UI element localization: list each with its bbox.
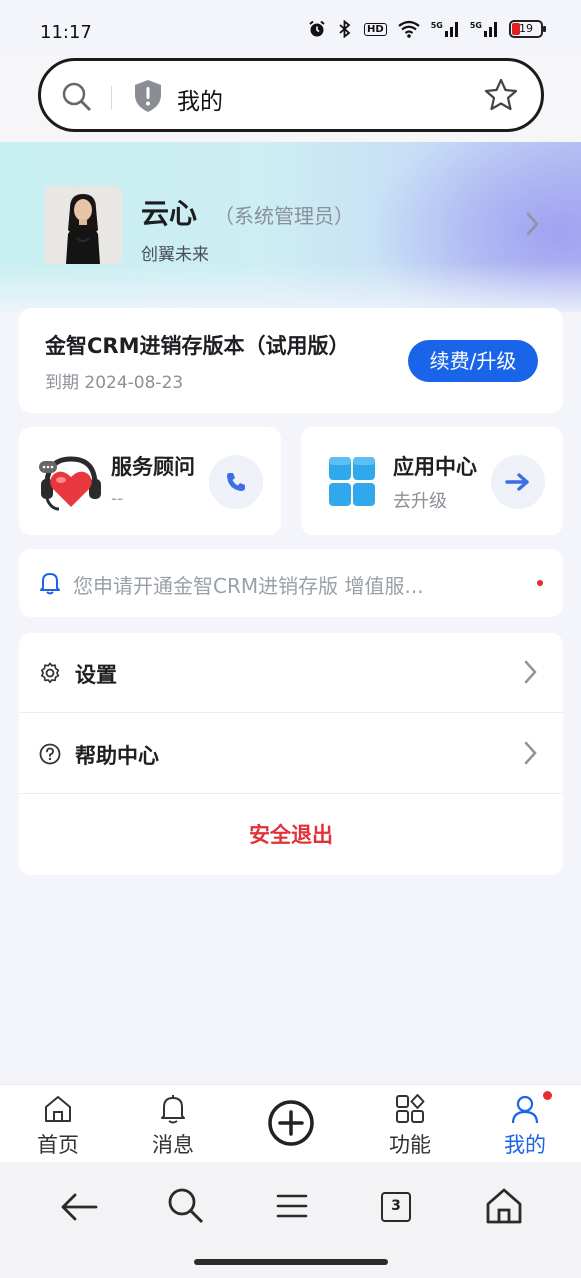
- service-advisor-card[interactable]: 服务顾问 --: [19, 427, 281, 535]
- user-icon: [511, 1095, 539, 1124]
- hd-badge: HD: [364, 22, 387, 36]
- star-icon[interactable]: [483, 77, 519, 113]
- call-button[interactable]: [209, 455, 263, 509]
- signal-icon: [444, 22, 458, 37]
- back-arrow-icon[interactable]: [58, 1186, 100, 1228]
- tab-mine-label: 我的: [504, 1133, 546, 1157]
- headset-heart-icon: [39, 456, 101, 511]
- bluetooth-icon: [339, 20, 351, 38]
- bell-icon: [40, 573, 60, 595]
- menu-card: 设置 帮助中心 安全退出: [19, 633, 563, 875]
- avatar[interactable]: [44, 186, 122, 264]
- settings-label: 设置: [75, 663, 117, 687]
- search-icon[interactable]: [61, 81, 93, 113]
- help-circle-icon: [39, 743, 61, 765]
- renew-upgrade-button[interactable]: 续费/升级: [408, 340, 538, 382]
- search-icon[interactable]: [166, 1186, 206, 1226]
- service-subtitle: --: [111, 489, 124, 509]
- status-time: 11:17: [40, 22, 92, 43]
- menu-icon[interactable]: [272, 1186, 312, 1226]
- arrow-right-icon: [505, 473, 529, 491]
- chevron-right-icon: [524, 660, 537, 684]
- notification-dot: [543, 1091, 552, 1100]
- divider: [111, 86, 112, 110]
- user-role: （系统管理员）: [214, 204, 354, 228]
- address-bar[interactable]: 我的: [38, 58, 544, 132]
- service-title: 服务顾问: [111, 455, 195, 479]
- app-grid-icon: [329, 457, 375, 506]
- person-photo: [44, 186, 122, 264]
- tab-home[interactable]: 首页: [3, 1085, 113, 1163]
- chevron-right-icon[interactable]: [522, 210, 542, 238]
- menu-item-help-center[interactable]: 帮助中心: [19, 714, 563, 794]
- battery-icon: 19: [509, 20, 546, 38]
- go-upgrade-button[interactable]: [491, 455, 545, 509]
- license-title: 金智CRM进销存版本（试用版）: [45, 334, 350, 358]
- app-center-title: 应用中心: [393, 455, 477, 479]
- signal-icon: [484, 22, 497, 37]
- tab-home-label: 首页: [37, 1133, 79, 1157]
- apps-icon: [396, 1094, 425, 1123]
- gear-icon: [40, 662, 60, 684]
- user-company: 创翼未来: [141, 245, 209, 265]
- notice-text[interactable]: 您申请开通金智CRM进销存版 增值服...: [73, 570, 424, 599]
- menu-item-settings[interactable]: 设置: [19, 633, 563, 713]
- phone-icon: [227, 473, 245, 491]
- app-center-subtitle: 去升级: [393, 491, 447, 512]
- address-text[interactable]: 我的: [177, 82, 223, 116]
- alarm-icon: [309, 20, 325, 37]
- home-icon[interactable]: [484, 1186, 524, 1226]
- shield-icon[interactable]: [133, 79, 163, 113]
- home-icon: [45, 1096, 71, 1122]
- signal-1: 5G: [431, 21, 460, 37]
- signal-2: 5G: [470, 21, 499, 37]
- tab-mine[interactable]: 我的: [470, 1085, 580, 1163]
- chevron-right-icon: [524, 741, 537, 765]
- wifi-icon: [398, 20, 420, 38]
- notice-banner[interactable]: 您申请开通金智CRM进销存版 增值服...: [19, 549, 563, 617]
- tab-messages[interactable]: 消息: [118, 1085, 228, 1163]
- status-icons: HD 5G 5G 19: [308, 20, 546, 38]
- help-center-label: 帮助中心: [75, 744, 159, 768]
- tab-functions[interactable]: 功能: [355, 1085, 465, 1163]
- logout-button[interactable]: 安全退出: [19, 795, 563, 875]
- user-name: 云心: [141, 197, 198, 230]
- tab-messages-label: 消息: [152, 1133, 194, 1157]
- plus-circle-icon[interactable]: [266, 1098, 316, 1148]
- license-expiry: 到期 2024-08-23: [45, 373, 184, 393]
- tab-functions-label: 功能: [389, 1133, 431, 1157]
- tab-switcher-button[interactable]: 3: [381, 1192, 411, 1222]
- app-center-card[interactable]: 应用中心 去升级: [301, 427, 563, 535]
- unread-dot: [537, 580, 543, 586]
- bell-icon: [161, 1095, 185, 1124]
- license-card: 金智CRM进销存版本（试用版） 到期 2024-08-23 续费/升级: [19, 308, 563, 413]
- home-indicator[interactable]: [194, 1259, 388, 1265]
